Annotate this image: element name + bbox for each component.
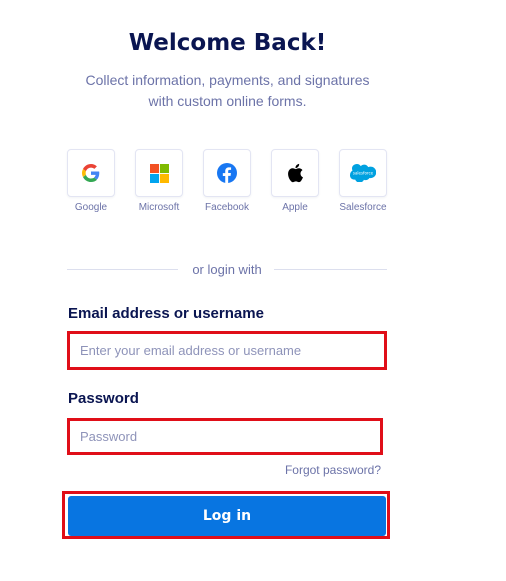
apple-icon <box>288 163 303 183</box>
salesforce-icon: salesforce <box>350 164 376 182</box>
salesforce-logo-text: salesforce <box>353 171 374 176</box>
social-facebook-tile[interactable] <box>203 149 251 197</box>
email-field-outline <box>67 331 387 370</box>
social-google-tile[interactable] <box>67 149 115 197</box>
page-title: Welcome Back! <box>128 30 327 56</box>
microsoft-icon <box>149 163 169 183</box>
social-apple-button[interactable]: Apple <box>271 149 319 213</box>
social-apple-tile[interactable] <box>271 149 319 197</box>
login-button[interactable]: Log in <box>68 496 386 536</box>
login-divider: or login with <box>67 262 387 277</box>
email-field[interactable] <box>70 334 384 367</box>
social-microsoft-label: Microsoft <box>138 202 180 213</box>
forgot-password-link[interactable]: Forgot password? <box>285 463 381 477</box>
divider-line-right <box>274 269 387 270</box>
facebook-icon <box>217 163 237 183</box>
email-label: Email address or username <box>68 305 264 322</box>
password-field[interactable] <box>70 421 380 452</box>
page-subtitle: Collect information, payments, and signa… <box>0 70 455 112</box>
google-icon <box>82 164 100 182</box>
social-microsoft-button[interactable]: Microsoft <box>135 149 183 213</box>
social-salesforce-label: Salesforce <box>339 202 387 213</box>
social-facebook-label: Facebook <box>205 202 249 213</box>
subtitle-line-1: Collect information, payments, and signa… <box>85 72 370 88</box>
password-field-outline <box>67 418 383 455</box>
social-login-row: Google Microsoft Facebook Apple salesfor… <box>67 149 387 219</box>
social-salesforce-tile[interactable]: salesforce <box>339 149 387 197</box>
password-label: Password <box>68 390 139 407</box>
social-facebook-button[interactable]: Facebook <box>203 149 251 213</box>
social-apple-label: Apple <box>282 202 308 213</box>
social-google-label: Google <box>74 202 108 213</box>
social-microsoft-tile[interactable] <box>135 149 183 197</box>
social-google-button[interactable]: Google <box>67 149 115 213</box>
social-salesforce-button[interactable]: salesforce Salesforce <box>339 149 387 213</box>
subtitle-line-2: with custom online forms. <box>148 93 307 109</box>
